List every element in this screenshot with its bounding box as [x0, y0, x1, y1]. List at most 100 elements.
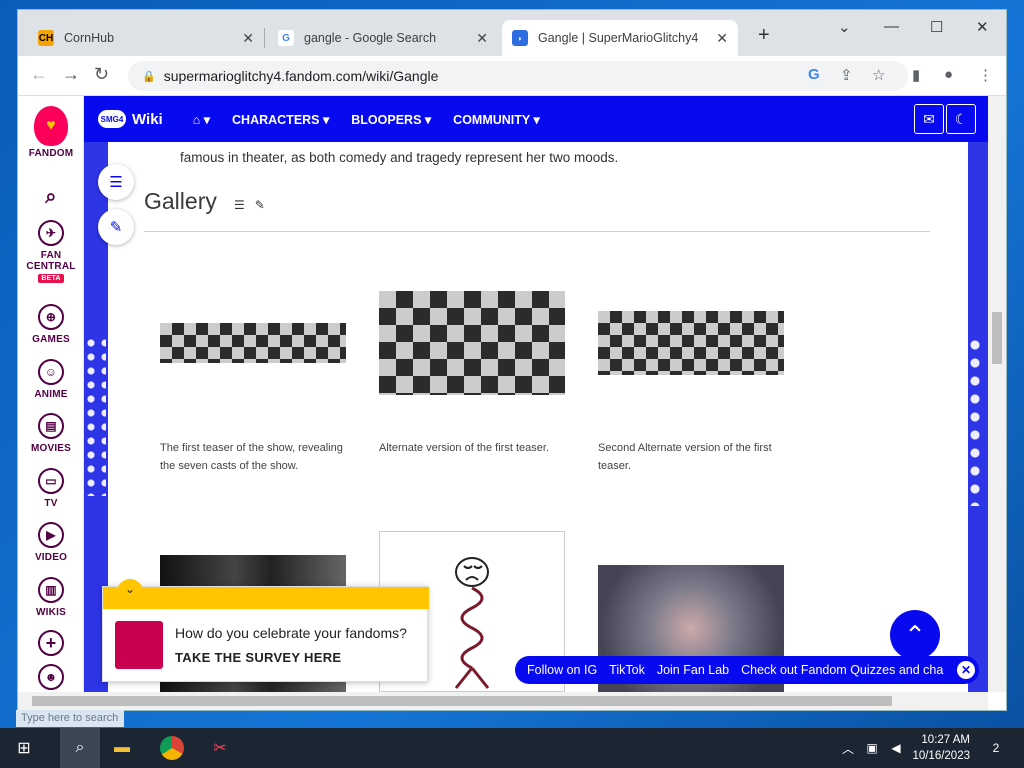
user-account-button[interactable]: ☻: [18, 664, 84, 692]
url-text: supermarioglitchy4.fandom.com/wiki/Gangl…: [163, 68, 439, 84]
background-pattern: [84, 336, 106, 496]
nav-bloopers[interactable]: BLOOPERS ▾: [351, 112, 431, 127]
minimize-button[interactable]: —: [884, 18, 899, 35]
nav-characters[interactable]: CHARACTERS ▾: [232, 112, 329, 127]
fandom-logo[interactable]: ♥ FANDOM: [18, 106, 84, 159]
tiktok-link[interactable]: TikTok: [609, 663, 645, 677]
system-clock[interactable]: 10:27 AM 10/16/2023: [912, 732, 970, 764]
collapse-chevron-icon[interactable]: ⌄: [117, 579, 143, 599]
tab-search-icon[interactable]: ⌄: [838, 18, 851, 36]
gamepad-icon: ⊕: [38, 304, 64, 330]
tab-cornhub[interactable]: CH CornHub ✕: [28, 20, 264, 56]
survey-link[interactable]: TAKE THE SURVEY HERE: [175, 650, 341, 665]
cornhub-favicon-icon: CH: [38, 30, 54, 46]
plus-icon: +: [38, 630, 64, 656]
tab-gangle[interactable]: ◗ Gangle | SuperMarioGlitchy4 W ✕: [502, 20, 738, 56]
sm4-logo-icon: SMG4: [98, 110, 126, 128]
rail-video[interactable]: ▶ VIDEO: [18, 522, 84, 563]
beta-badge: BETA: [38, 274, 64, 283]
fandom-favicon-icon: ◗: [512, 30, 528, 46]
close-window-button[interactable]: ✕: [976, 18, 989, 36]
close-tab-icon[interactable]: ✕: [716, 30, 728, 47]
taskbar-search-tooltip: Type here to search: [16, 710, 124, 727]
fandom-global-nav: ♥ FANDOM ⌕ ✈ FAN CENTRAL BETA ⊕ GAMES ☺ …: [18, 96, 84, 692]
gallery-image-2[interactable]: [379, 291, 565, 395]
chrome-icon[interactable]: [160, 736, 184, 760]
tab-title: gangle - Google Search: [304, 31, 437, 45]
search-icon[interactable]: ⌕: [60, 728, 100, 768]
browser-menu-icon[interactable]: ⋮: [978, 66, 993, 84]
scrollbar-thumb[interactable]: [992, 312, 1002, 364]
tab-title: CornHub: [64, 31, 115, 45]
bookmark-star-icon[interactable]: ☆: [872, 66, 885, 84]
side-panel-icon[interactable]: ▮: [912, 66, 920, 84]
google-favicon-icon: G: [278, 30, 294, 46]
fandom-heart-icon: ♥: [34, 106, 68, 146]
new-tab-button[interactable]: +: [758, 24, 770, 47]
snipping-tool-icon[interactable]: ✂: [208, 736, 232, 760]
rail-tv[interactable]: ▭ TV: [18, 468, 84, 509]
explore-menu[interactable]: ⌂ ▾: [193, 112, 210, 127]
close-tab-icon[interactable]: ✕: [476, 30, 488, 47]
heading-divider: [144, 231, 930, 232]
notifications-icon[interactable]: 2: [984, 736, 1008, 760]
windows-taskbar: ⊞ ⌕ ▬ ✂ ︿ ▣ ◀ 10:27 AM 10/16/2023 2: [0, 728, 1024, 768]
article-text: famous in theater, as both comedy and tr…: [180, 150, 619, 165]
user-icon: ☻: [38, 664, 64, 690]
rail-anime[interactable]: ☺ ANIME: [18, 359, 84, 400]
play-icon: ▶: [38, 522, 64, 548]
clapperboard-icon: ▤: [38, 413, 64, 439]
gallery-caption: The first teaser of the show, revealing …: [160, 442, 343, 472]
follow-ig-link[interactable]: Follow on IG: [527, 663, 597, 677]
wiki-logo[interactable]: SMG4 Wiki: [98, 110, 163, 128]
vertical-scrollbar[interactable]: [988, 96, 1006, 692]
close-social-bar-icon[interactable]: ✕: [957, 661, 975, 679]
edit-pencil-icon[interactable]: ✎: [98, 209, 134, 245]
rail-movies[interactable]: ▤ MOVIES: [18, 413, 84, 454]
maximize-button[interactable]: ☐: [930, 18, 943, 36]
tv-icon: ▭: [38, 468, 64, 494]
gallery-image-1[interactable]: [160, 323, 346, 363]
nav-community[interactable]: COMMUNITY ▾: [453, 112, 540, 127]
reload-button[interactable]: ↻: [94, 64, 109, 85]
network-icon[interactable]: ▣: [860, 736, 884, 760]
scroll-to-top-button[interactable]: ⌃: [890, 610, 940, 660]
back-button[interactable]: ←: [30, 64, 48, 85]
fan-lab-link[interactable]: Join Fan Lab: [657, 663, 729, 677]
social-bar: Follow on IG TikTok Join Fan Lab Check o…: [515, 656, 979, 684]
windows-start-icon[interactable]: ⊞: [12, 736, 36, 760]
tab-separator: [264, 28, 265, 48]
rail-games[interactable]: ⊕ GAMES: [18, 304, 84, 345]
horizontal-scrollbar[interactable]: [18, 692, 988, 710]
file-explorer-icon[interactable]: ▬: [110, 736, 134, 760]
discussions-icon[interactable]: ✉: [914, 104, 944, 134]
google-lens-icon[interactable]: G: [808, 66, 820, 83]
gallery-image-3[interactable]: [598, 311, 784, 375]
volume-icon[interactable]: ◀: [884, 736, 908, 760]
section-icons[interactable]: ☰ ✎: [234, 198, 265, 212]
profile-icon[interactable]: ●: [944, 66, 953, 83]
survey-popup[interactable]: ⌄ How do you celebrate your fandoms? TAK…: [102, 579, 429, 682]
rail-fan-central[interactable]: ✈ FAN CENTRAL BETA: [18, 220, 84, 283]
book-icon: ▥: [38, 577, 64, 603]
forward-button[interactable]: →: [62, 64, 80, 85]
close-tab-icon[interactable]: ✕: [242, 30, 254, 47]
tab-title: Gangle | SuperMarioGlitchy4 W: [538, 31, 698, 45]
quizzes-link[interactable]: Check out Fandom Quizzes and cha: [741, 663, 943, 677]
search-icon[interactable]: ⌕: [18, 186, 84, 209]
survey-question: How do you celebrate your fandoms?: [175, 625, 407, 641]
rocket-icon: ✈: [38, 220, 64, 246]
scrollbar-thumb[interactable]: [32, 696, 892, 706]
browser-toolbar: ← → ↻ 🔒 supermarioglitchy4.fandom.com/wi…: [18, 56, 1006, 96]
dark-mode-icon[interactable]: ☾: [946, 104, 976, 134]
tab-google-search[interactable]: G gangle - Google Search ✕: [268, 20, 498, 56]
create-wiki-button[interactable]: +: [18, 630, 84, 660]
table-of-contents-icon[interactable]: ☰: [98, 164, 134, 200]
web-page: ♥ FANDOM ⌕ ✈ FAN CENTRAL BETA ⊕ GAMES ☺ …: [18, 96, 988, 692]
survey-image: [115, 621, 163, 669]
lock-icon[interactable]: 🔒: [142, 70, 156, 83]
tray-chevron-icon[interactable]: ︿: [836, 736, 860, 760]
share-icon[interactable]: ⇪: [840, 66, 853, 84]
address-bar[interactable]: 🔒 supermarioglitchy4.fandom.com/wiki/Gan…: [128, 61, 908, 91]
rail-wikis[interactable]: ▥ WIKIS: [18, 577, 84, 618]
